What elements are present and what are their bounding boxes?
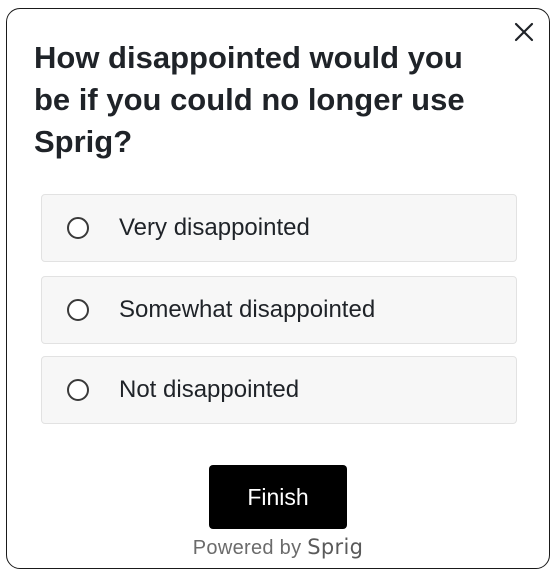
answer-options: Very disappointed Somewhat disappointed … bbox=[41, 194, 517, 438]
radio-button[interactable] bbox=[67, 379, 89, 401]
option-somewhat-disappointed[interactable]: Somewhat disappointed bbox=[41, 276, 517, 344]
option-label: Not disappointed bbox=[119, 376, 300, 403]
close-button[interactable] bbox=[513, 21, 535, 43]
option-label: Very disappointed bbox=[119, 214, 310, 241]
radio-button[interactable] bbox=[67, 299, 89, 321]
powered-by[interactable]: Powered by Sprig bbox=[7, 535, 549, 560]
powered-by-label: Powered by bbox=[192, 537, 302, 559]
survey-question: How disappointed would you be if you cou… bbox=[34, 40, 465, 159]
sprig-logo: Sprig bbox=[307, 535, 364, 559]
option-not-disappointed[interactable]: Not disappointed bbox=[41, 356, 517, 424]
finish-button[interactable]: Finish bbox=[209, 465, 347, 529]
close-icon bbox=[514, 22, 534, 42]
survey-card: How disappointed would you be if you cou… bbox=[6, 8, 550, 569]
radio-button[interactable] bbox=[67, 217, 89, 239]
option-very-disappointed[interactable]: Very disappointed bbox=[41, 194, 517, 262]
option-label: Somewhat disappointed bbox=[119, 296, 376, 323]
